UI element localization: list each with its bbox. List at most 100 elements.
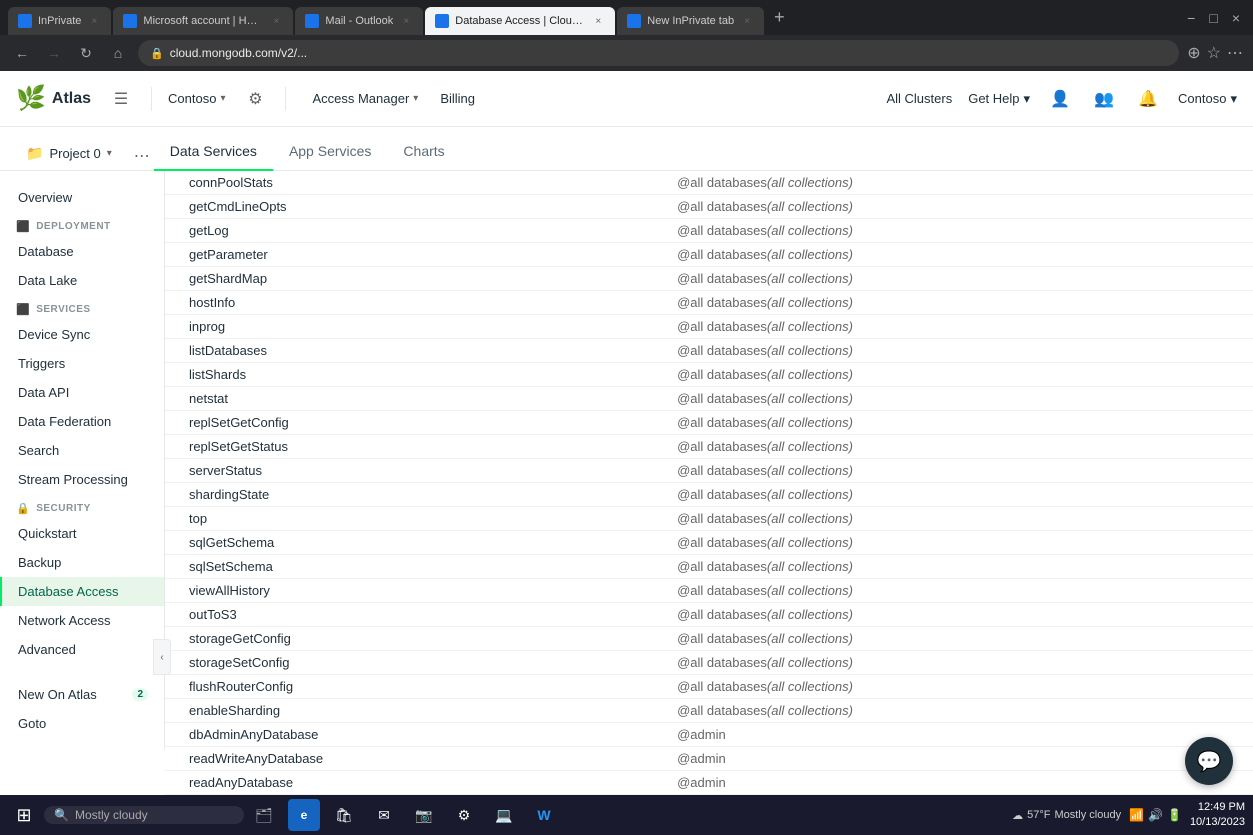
table-row: shardingState@all databases(all collecti… xyxy=(165,483,1253,507)
table-cell-resource: @all databases(all collections) xyxy=(661,387,1253,411)
table-row: serverStatus@all databases(all collectio… xyxy=(165,459,1253,483)
browser-window-controls[interactable]: −□× xyxy=(1182,8,1245,28)
taskbar-icon-windows[interactable]: 🗂 xyxy=(248,799,280,831)
sidebar-item-new-on-atlas[interactable]: New On Atlas 2 xyxy=(0,680,164,709)
get-help-btn[interactable]: Get Help ▾ xyxy=(968,91,1030,107)
sidebar-item-backup[interactable]: Backup xyxy=(0,548,164,577)
table-row: replSetGetStatus@all databases(all colle… xyxy=(165,435,1253,459)
team-icon[interactable]: 👥 xyxy=(1090,85,1118,113)
main-content: connPoolStats@all databases(all collecti… xyxy=(165,171,1253,795)
taskbar-icon-store[interactable]: 🛍 xyxy=(328,799,360,831)
table-row: connPoolStats@all databases(all collecti… xyxy=(165,171,1253,195)
weather-label: Mostly cloudy xyxy=(1054,809,1121,821)
nav-item-billing[interactable]: Billing xyxy=(430,85,485,112)
browser-tab-new[interactable]: New InPrivate tab × xyxy=(617,7,764,35)
table-cell-resource: @all databases(all collections) xyxy=(661,435,1253,459)
tab-charts[interactable]: Charts xyxy=(387,133,460,171)
taskbar-search[interactable]: 🔍 Mostly cloudy xyxy=(44,806,244,824)
table-row: getCmdLineOpts@all databases(all collect… xyxy=(165,195,1253,219)
table-cell-action: serverStatus xyxy=(165,459,661,483)
table-row: storageGetConfig@all databases(all colle… xyxy=(165,627,1253,651)
extensions-icon[interactable]: ⊕ xyxy=(1187,43,1200,63)
nav-forward[interactable]: → xyxy=(42,41,66,65)
start-button[interactable]: ⊞ xyxy=(8,799,40,831)
all-clusters-btn[interactable]: All Clusters xyxy=(886,91,952,106)
atlas-logo-text: Atlas xyxy=(52,90,91,108)
table-row: listShards@all databases(all collections… xyxy=(165,363,1253,387)
sidebar-item-goto[interactable]: Goto xyxy=(0,709,164,738)
taskbar-battery-icon[interactable]: 🔋 xyxy=(1167,808,1182,822)
sidebar-item-advanced[interactable]: Advanced xyxy=(0,635,164,664)
security-section-label: SECURITY xyxy=(36,503,91,514)
taskbar-icon-mail[interactable]: ✉ xyxy=(368,799,400,831)
taskbar-icon-edge[interactable]: e xyxy=(288,799,320,831)
taskbar-icon-word[interactable]: W xyxy=(528,799,560,831)
sidebar-item-search[interactable]: Search xyxy=(0,436,164,465)
nav-back[interactable]: ← xyxy=(10,41,34,65)
taskbar-clock[interactable]: 12:49 PM 10/13/2023 xyxy=(1190,800,1245,831)
nav-refresh[interactable]: ↻ xyxy=(74,41,98,65)
collapse-sidebar-btn[interactable]: ‹ xyxy=(153,639,171,675)
org-chevron-icon: ▾ xyxy=(220,93,225,104)
table-row: listDatabases@all databases(all collecti… xyxy=(165,339,1253,363)
settings-icon[interactable]: ⋯ xyxy=(1227,43,1243,63)
taskbar-icons: 🗂 e 🛍 ✉ 📷 ⚙ 💻 W xyxy=(248,799,560,831)
table-cell-resource: @all databases(all collections) xyxy=(661,291,1253,315)
table-row: inprog@all databases(all collections) xyxy=(165,315,1253,339)
new-tab-button[interactable]: + xyxy=(766,3,793,32)
sidebar-new-on-atlas-label: New On Atlas xyxy=(18,687,97,702)
taskbar-search-icon: 🔍 xyxy=(54,808,69,822)
nav-gear[interactable]: ⚙ xyxy=(241,85,269,113)
taskbar-network-icon[interactable]: 📶 xyxy=(1129,808,1144,822)
secondary-nav: 📁 Project 0 ▾ ⋯ Data Services App Servic… xyxy=(0,127,1253,171)
project-more-icon[interactable]: ⋯ xyxy=(130,142,154,170)
user-icon[interactable]: 👤 xyxy=(1046,85,1074,113)
sidebar-item-data-lake[interactable]: Data Lake xyxy=(0,266,164,295)
sidebar-item-triggers[interactable]: Triggers xyxy=(0,349,164,378)
tab-data-services[interactable]: Data Services xyxy=(154,133,273,171)
sidebar-item-device-sync[interactable]: Device Sync xyxy=(0,320,164,349)
org-user-selector[interactable]: Contoso ▾ xyxy=(1178,91,1237,107)
nav-home[interactable]: ⌂ xyxy=(106,41,130,65)
sidebar-database-access-label: Database Access xyxy=(18,584,118,599)
sidebar-item-database-access[interactable]: Database Access xyxy=(0,577,164,606)
table-cell-action: readWriteAnyDatabase xyxy=(165,747,661,771)
address-bar[interactable]: 🔒 cloud.mongodb.com/v2/... xyxy=(138,40,1179,66)
table-cell-resource: @all databases(all collections) xyxy=(661,315,1253,339)
sidebar-item-data-api[interactable]: Data API xyxy=(0,378,164,407)
org-selector[interactable]: Contoso ▾ xyxy=(168,91,225,106)
org-user-label: Contoso xyxy=(1178,91,1226,106)
sidebar-item-stream-processing[interactable]: Stream Processing xyxy=(0,465,164,494)
nav-item-access-manager[interactable]: Access Manager ▾ xyxy=(302,85,428,112)
sidebar-bottom: New On Atlas 2 Goto xyxy=(0,680,164,738)
taskbar-icon-photos[interactable]: 📷 xyxy=(408,799,440,831)
sidebar-item-quickstart[interactable]: Quickstart xyxy=(0,519,164,548)
taskbar-icon-terminal[interactable]: 💻 xyxy=(488,799,520,831)
tab-nav: Data Services App Services Charts xyxy=(154,133,1237,170)
taskbar-sound-icon[interactable]: 🔊 xyxy=(1148,808,1163,822)
table-cell-resource: @all databases(all collections) xyxy=(661,267,1253,291)
bell-icon[interactable]: 🔔 xyxy=(1134,85,1162,113)
sidebar-item-database[interactable]: Database xyxy=(0,237,164,266)
browser-tab-atlas[interactable]: Database Access | Cloud Mong... × xyxy=(425,7,615,35)
nav-icon-list[interactable]: ☰ xyxy=(107,85,135,113)
atlas-logo[interactable]: 🌿 Atlas xyxy=(16,84,91,113)
table-row: readAnyDatabase@admin xyxy=(165,771,1253,795)
table-row: top@all databases(all collections) xyxy=(165,507,1253,531)
table-cell-resource: @all databases(all collections) xyxy=(661,483,1253,507)
tab-app-services[interactable]: App Services xyxy=(273,133,387,171)
browser-tab-inprivate[interactable]: InPrivate × xyxy=(8,7,111,35)
browser-tab-ms-home[interactable]: Microsoft account | Home × xyxy=(113,7,293,35)
sidebar-item-data-federation[interactable]: Data Federation xyxy=(0,407,164,436)
sidebar-item-network-access[interactable]: Network Access xyxy=(0,606,164,635)
project-selector[interactable]: 📁 Project 0 ▾ xyxy=(16,137,122,170)
taskbar-icon-settings[interactable]: ⚙ xyxy=(448,799,480,831)
chat-bubble[interactable]: 💬 xyxy=(1185,737,1233,785)
favorites-icon[interactable]: ☆ xyxy=(1207,43,1221,63)
table-row: readWriteAnyDatabase@admin xyxy=(165,747,1253,771)
sidebar-item-overview[interactable]: Overview xyxy=(0,183,164,212)
project-chevron-icon: ▾ xyxy=(107,148,112,159)
taskbar-weather[interactable]: ☁ 57°F Mostly cloudy xyxy=(1012,809,1121,822)
browser-tab-mail[interactable]: Mail - Outlook × xyxy=(295,7,423,35)
sidebar-stream-processing-label: Stream Processing xyxy=(18,472,128,487)
